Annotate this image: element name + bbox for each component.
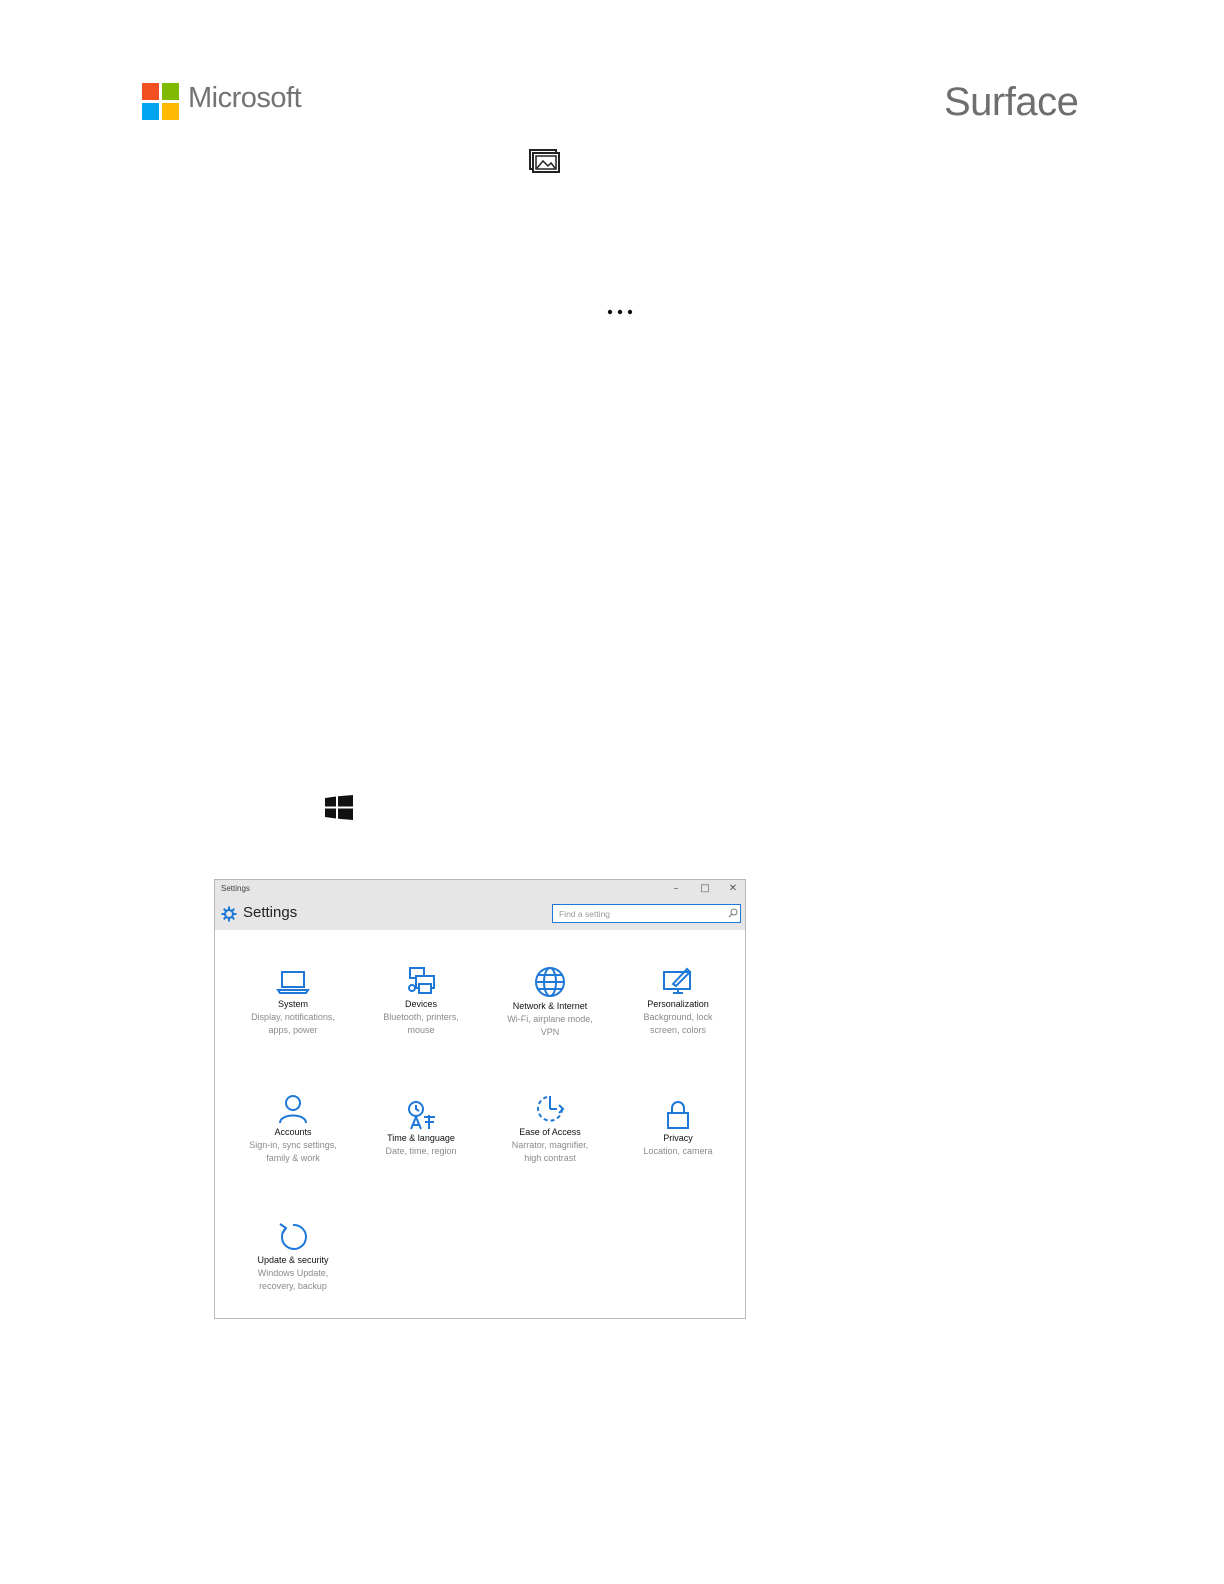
tile-desc-line1: Narrator, magnifier,: [511, 1140, 589, 1150]
tile-label: System: [277, 999, 308, 1009]
tile-label: Personalization: [647, 999, 709, 1009]
tile-label: Time & language: [387, 1133, 455, 1143]
surface-wordmark: Surface: [944, 80, 1079, 124]
tile-desc-line2: recovery, backup: [259, 1281, 327, 1291]
gallery-icon: [529, 149, 560, 173]
tile-network[interactable]: Network & Internet Wi-Fi, airplane mode,…: [486, 966, 614, 1039]
tile-desc-line2: apps, power: [268, 1025, 318, 1035]
tile-desc-line1: Date, time, region: [385, 1146, 457, 1156]
microsoft-wordmark: Microsoft: [188, 82, 302, 114]
tile-devices[interactable]: Devices Bluetooth, printers, mouse: [357, 966, 485, 1037]
devices-icon: [408, 967, 435, 994]
tile-accounts[interactable]: Accounts Sign-in, sync settings, family …: [229, 1094, 357, 1165]
tile-desc-line1: Background, lock: [643, 1012, 713, 1022]
tile-desc-line2: VPN: [540, 1027, 560, 1037]
personalization-icon: [663, 967, 692, 994]
tile-label: Accounts: [274, 1127, 312, 1137]
tile-time-language[interactable]: Time & language Date, time, region: [357, 1100, 485, 1158]
tile-label: Privacy: [663, 1133, 693, 1143]
logo-square-green: [162, 83, 179, 100]
maximize-button[interactable]: □: [694, 882, 716, 896]
tile-desc-line1: Display, notifications,: [251, 1012, 335, 1022]
tile-desc-line2: mouse: [407, 1025, 435, 1035]
tile-label: Network & Internet: [512, 1001, 588, 1011]
tile-desc-line2: screen, colors: [649, 1025, 707, 1035]
settings-window: Settings – □ ✕ Settings System Display, …: [214, 879, 746, 1319]
tile-desc-line1: Bluetooth, printers,: [383, 1012, 459, 1022]
time-language-icon: [408, 1101, 435, 1130]
laptop-icon: [276, 971, 310, 994]
minimize-button[interactable]: –: [665, 882, 687, 896]
more-icon: [607, 309, 633, 315]
titlebar-title: Settings: [221, 884, 250, 893]
close-button[interactable]: ✕: [722, 882, 744, 896]
logo-square-red: [142, 83, 159, 100]
search-input[interactable]: [552, 904, 741, 923]
tile-desc-line1: Location, camera: [643, 1146, 713, 1156]
tile-label: Devices: [404, 999, 437, 1009]
gear-icon: [221, 906, 237, 922]
tile-label: Ease of Access: [519, 1127, 581, 1137]
tile-label: Update & security: [257, 1255, 329, 1265]
tile-desc-line1: Windows Update,: [257, 1268, 329, 1278]
tile-desc-line2: high contrast: [524, 1153, 576, 1163]
lock-icon: [667, 1101, 689, 1129]
tile-desc-line2: family & work: [266, 1153, 320, 1163]
logo-square-blue: [142, 103, 159, 120]
titlebar: Settings – □ ✕ Settings: [215, 880, 745, 930]
tile-ease-of-access[interactable]: Ease of Access Narrator, magnifier, high…: [486, 1094, 614, 1165]
tile-system[interactable]: System Display, notifications, apps, pow…: [229, 966, 357, 1037]
person-icon: [279, 1095, 307, 1124]
tile-desc-line1: Sign-in, sync settings,: [249, 1140, 337, 1150]
windows-logo-icon: [325, 795, 353, 820]
tile-privacy[interactable]: Privacy Location, camera: [614, 1100, 742, 1158]
tile-personalization[interactable]: Personalization Background, lock screen,…: [614, 966, 742, 1037]
search-icon[interactable]: [728, 908, 738, 918]
logo-square-yellow: [162, 103, 179, 120]
refresh-icon: [279, 1223, 307, 1250]
ease-of-access-icon: [537, 1096, 565, 1122]
tile-desc-line1: Wi-Fi, airplane mode,: [507, 1014, 593, 1024]
microsoft-logo-icon: [142, 83, 179, 120]
page-title: Settings: [243, 904, 298, 921]
tile-update-security[interactable]: Update & security Windows Update, recove…: [229, 1222, 357, 1293]
globe-icon: [535, 967, 565, 997]
